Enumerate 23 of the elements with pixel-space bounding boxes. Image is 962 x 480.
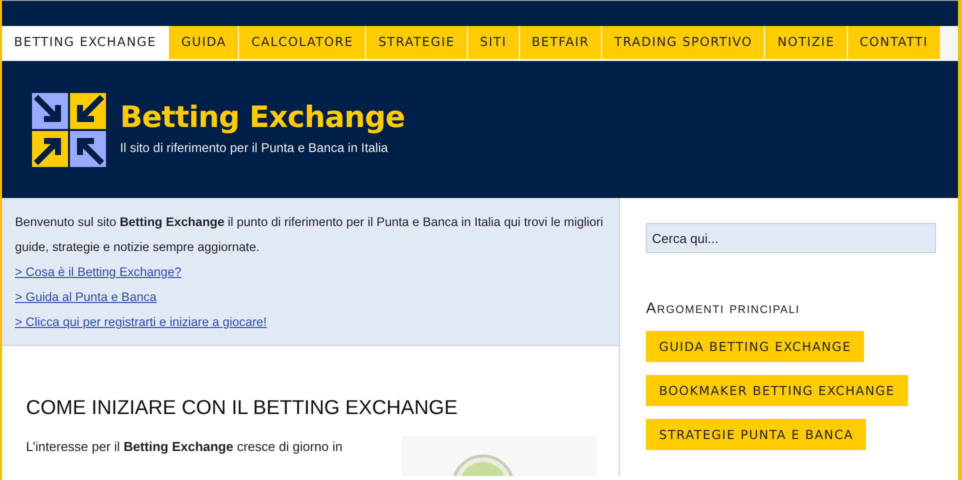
nav-tab[interactable]: SITI <box>468 26 520 60</box>
site-title[interactable]: Betting Exchange <box>120 100 405 134</box>
logo-icon <box>30 90 108 168</box>
nav-tab[interactable]: STRATEGIE <box>366 26 468 60</box>
topic-button[interactable]: GUIDA BETTING EXCHANGE <box>646 330 864 362</box>
site-tagline: Il sito di riferimento per il Punta e Banca in Italia <box>120 140 389 158</box>
article-heading: COME INIZIARE CON IL BETTING EXCHANGE <box>26 396 459 420</box>
topic-button[interactable]: STRATEGIE PUNTA E BANCA <box>646 418 866 450</box>
nav-tab[interactable]: CALCOLATORE <box>239 26 366 60</box>
welcome-link[interactable]: > Cosa è il Betting Exchange? <box>15 260 606 285</box>
nav-tab[interactable]: BETFAIR <box>520 26 602 60</box>
nav-tab[interactable]: TRADING SPORTIVO <box>602 26 766 60</box>
nav-tab[interactable]: CONTATTI <box>848 26 942 60</box>
welcome-text: Benvenuto sul sito Betting Exchange il punto di riferimento per il Punta e Banca in Italia qui trovi le migliori guide, strategie e notizie sempre aggiornate. <box>15 214 604 256</box>
sidebar-heading: Argomenti principali <box>646 299 801 319</box>
article-text: L’interesse per il Betting Exchange cresce di giorno in <box>26 438 344 456</box>
search-field[interactable]: Cerca qui... <box>646 223 936 253</box>
welcome-link[interactable]: > Guida al Punta e Banca <box>15 285 606 310</box>
nav-tab[interactable]: GUIDA <box>169 26 240 60</box>
welcome-link[interactable]: > Clicca qui per registrarti e iniziare a giocare! <box>15 310 606 335</box>
nav-tab[interactable]: BETTING EXCHANGE <box>2 26 170 60</box>
topic-button[interactable]: BOOKMAKER BETTING EXCHANGE <box>646 374 908 406</box>
nav-tab[interactable]: NOTIZIE <box>765 26 848 60</box>
